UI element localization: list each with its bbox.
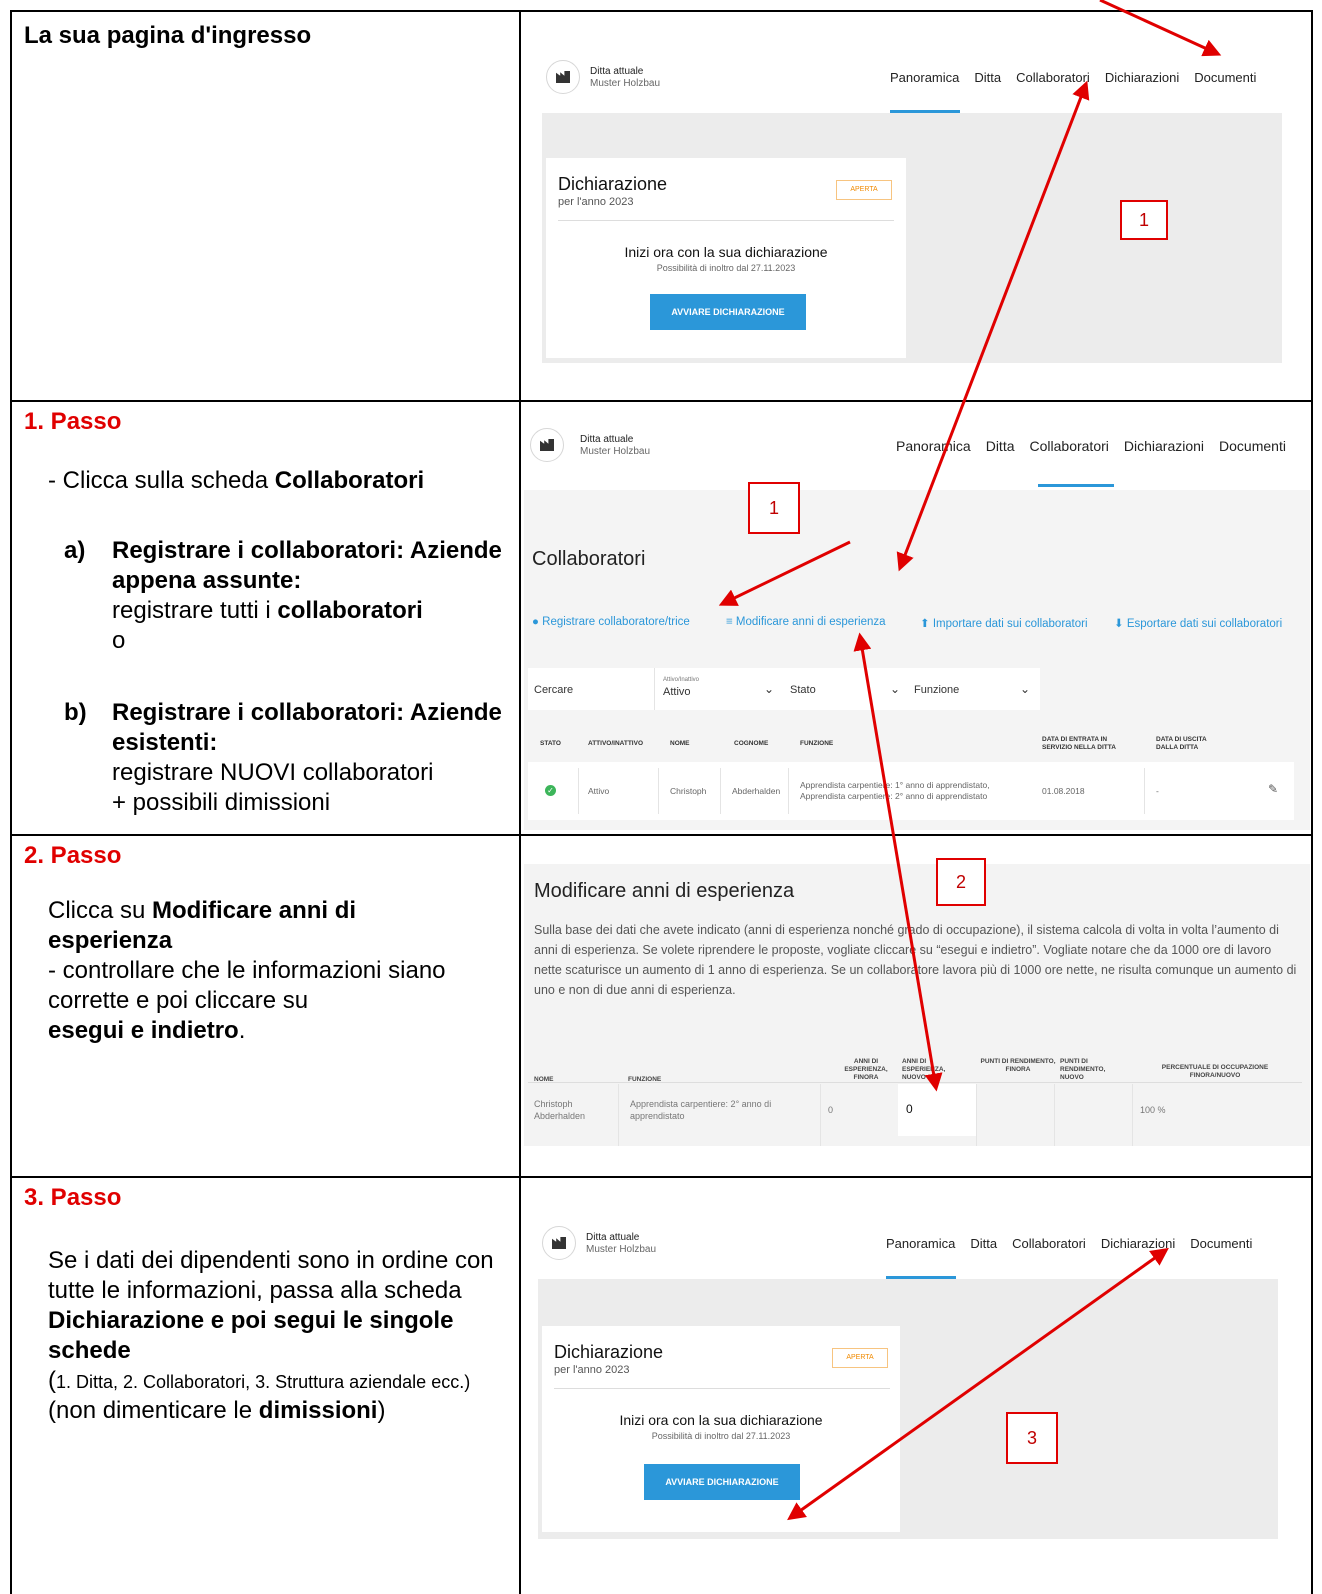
arrow-to-documenti — [1099, 0, 1222, 57]
arrow-to-collaboratori-tab — [896, 80, 1090, 572]
arrow-to-edit-experience — [718, 540, 851, 606]
arrow-experience-link — [853, 632, 943, 1092]
instruction-document: La sua pagina d'ingresso 1. Passo - Clic… — [0, 0, 1322, 1594]
annotation-arrows — [718, 0, 1222, 1521]
arrow-to-dichiarazioni-and-button — [787, 1247, 1169, 1521]
